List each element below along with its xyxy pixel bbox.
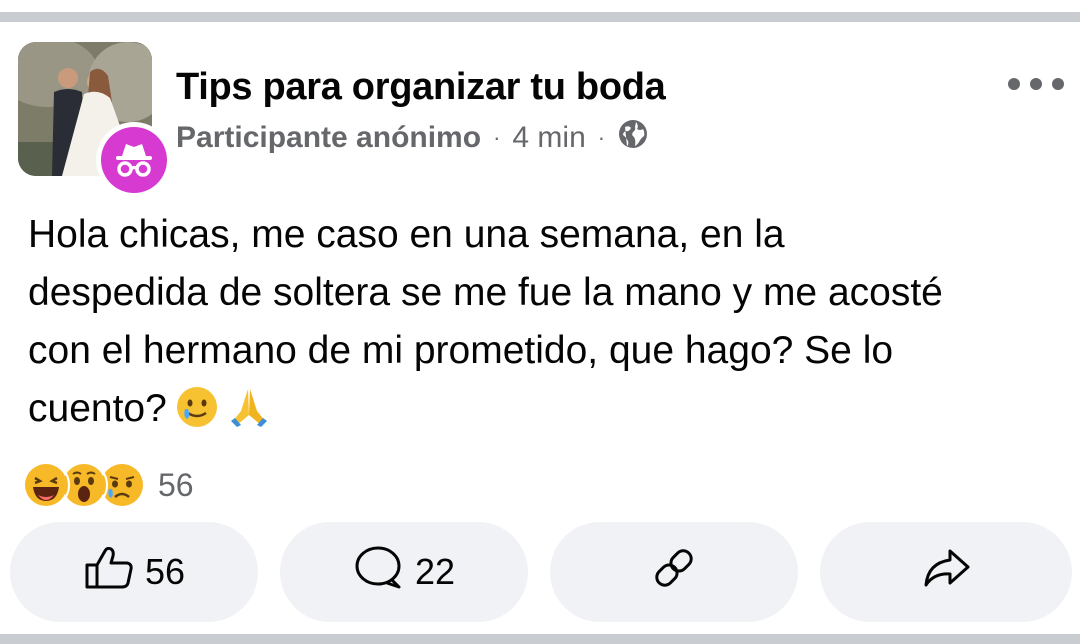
folded-hands-icon (227, 385, 271, 446)
haha-reaction-icon (22, 461, 70, 509)
globe-icon[interactable] (617, 118, 649, 158)
post-body: Hola chicas, me caso en una semana, en l… (28, 206, 1068, 446)
more-dot (1030, 78, 1042, 90)
feed-divider-top (0, 12, 1080, 22)
more-options-button[interactable] (1008, 70, 1064, 98)
post-meta: Participante anónimo · 4 min · (176, 120, 649, 156)
group-name[interactable]: Tips para organizar tu boda (176, 66, 666, 109)
post-text-line: cuento? (28, 387, 167, 430)
post-text-last-line: cuento? (28, 380, 1068, 446)
anonymous-badge (96, 122, 172, 198)
more-dot (1052, 78, 1064, 90)
incognito-icon (101, 127, 167, 193)
more-dot (1008, 78, 1020, 90)
reaction-summary[interactable]: 56 (22, 461, 194, 509)
feed-divider-bottom (0, 634, 1080, 644)
comment-button[interactable]: 22 (280, 522, 528, 622)
post-action-bar: 56 22 (10, 522, 1072, 622)
post-text-line: despedida de soltera se me fue la mano y… (28, 271, 943, 314)
post-timestamp[interactable]: 4 min (512, 121, 585, 155)
post-text-line: Hola chicas, me caso en una semana, en l… (28, 213, 785, 256)
copy-link-button[interactable] (550, 522, 798, 622)
comment-icon (353, 545, 405, 600)
like-count: 56 (144, 551, 186, 592)
meta-separator: · (493, 125, 501, 150)
share-button[interactable] (820, 522, 1072, 622)
author-name[interactable]: Participante anónimo (176, 121, 481, 155)
like-icon (83, 545, 135, 600)
share-icon (920, 545, 972, 600)
smiling-face-with-tear-icon (175, 385, 219, 446)
post-avatar[interactable] (18, 42, 172, 198)
meta-separator: · (597, 125, 606, 150)
comment-count: 22 (414, 551, 456, 592)
reaction-count[interactable]: 56 (158, 467, 194, 504)
link-icon (649, 543, 699, 602)
like-button[interactable]: 56 (10, 522, 258, 622)
post-text-line: con el hermano de mi prometido, que hago… (28, 329, 894, 372)
